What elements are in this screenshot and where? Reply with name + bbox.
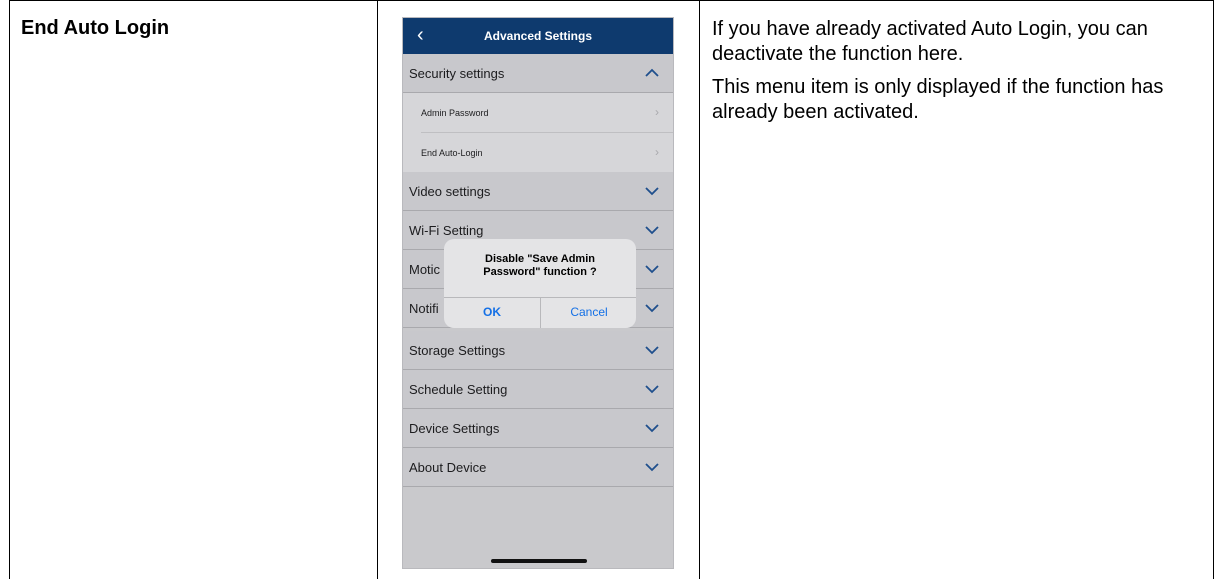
ok-button[interactable]: OK xyxy=(444,297,540,328)
table-border-mid1 xyxy=(377,0,378,579)
section-schedule[interactable]: Schedule Setting xyxy=(403,370,673,409)
table-border-mid2 xyxy=(699,0,700,579)
dialog-message-line-1: Disable "Save Admin xyxy=(485,253,595,265)
section-storage[interactable]: Storage Settings xyxy=(403,331,673,370)
section-label: Video settings xyxy=(409,184,491,199)
menu-item-admin-password[interactable]: Admin Password › xyxy=(403,93,673,133)
dialog-message-line-2: Password" function ? xyxy=(483,266,597,278)
chevron-down-icon xyxy=(645,346,659,355)
confirm-dialog: Disable "Save Admin Password" function ?… xyxy=(444,239,636,328)
section-video[interactable]: Video settings xyxy=(403,172,673,211)
home-indicator xyxy=(491,559,587,563)
menu-item-end-auto-login[interactable]: End Auto-Login › xyxy=(403,133,673,173)
table-border-left xyxy=(9,0,10,579)
section-label: Schedule Setting xyxy=(409,382,508,397)
section-security[interactable]: Security settings xyxy=(403,54,673,93)
nav-title: Advanced Settings xyxy=(483,29,593,43)
nav-bar: ‹ Advanced Settings xyxy=(403,18,673,54)
chevron-right-icon: › xyxy=(655,145,659,159)
cancel-button[interactable]: Cancel xyxy=(541,297,636,328)
description-paragraph-2: This menu item is only displayed if the … xyxy=(712,76,1164,123)
chevron-down-icon xyxy=(645,187,659,196)
chevron-down-icon xyxy=(645,463,659,472)
section-label: Notifi xyxy=(409,301,439,316)
chevron-down-icon xyxy=(645,265,659,274)
chevron-down-icon xyxy=(645,424,659,433)
chevron-right-icon: › xyxy=(655,105,659,119)
section-label: Storage Settings xyxy=(409,343,506,358)
section-label: Wi-Fi Setting xyxy=(409,223,484,238)
table-border-right xyxy=(1213,0,1214,579)
chevron-down-icon xyxy=(645,385,659,394)
phone-screenshot: ‹ Advanced Settings Security settings Ad… xyxy=(402,17,674,569)
description: If you have already activated Auto Login… xyxy=(712,17,1212,133)
section-label: Device Settings xyxy=(409,421,500,436)
chevron-up-icon xyxy=(645,68,659,77)
dialog-message: Disable "Save Admin Password" function ? xyxy=(444,253,636,279)
section-about[interactable]: About Device xyxy=(403,448,673,487)
description-paragraph-1: If you have already activated Auto Login… xyxy=(712,18,1148,65)
section-label: Security settings xyxy=(409,66,505,81)
section-label: About Device xyxy=(409,460,487,475)
menu-item-label: End Auto-Login xyxy=(421,148,483,158)
section-label: Motic xyxy=(409,262,441,277)
chevron-down-icon xyxy=(645,304,659,313)
table-border-top xyxy=(9,0,1214,1)
section-device[interactable]: Device Settings xyxy=(403,409,673,448)
menu-item-label: Admin Password xyxy=(421,108,489,118)
section-heading: End Auto Login xyxy=(21,17,170,39)
chevron-down-icon xyxy=(645,226,659,235)
